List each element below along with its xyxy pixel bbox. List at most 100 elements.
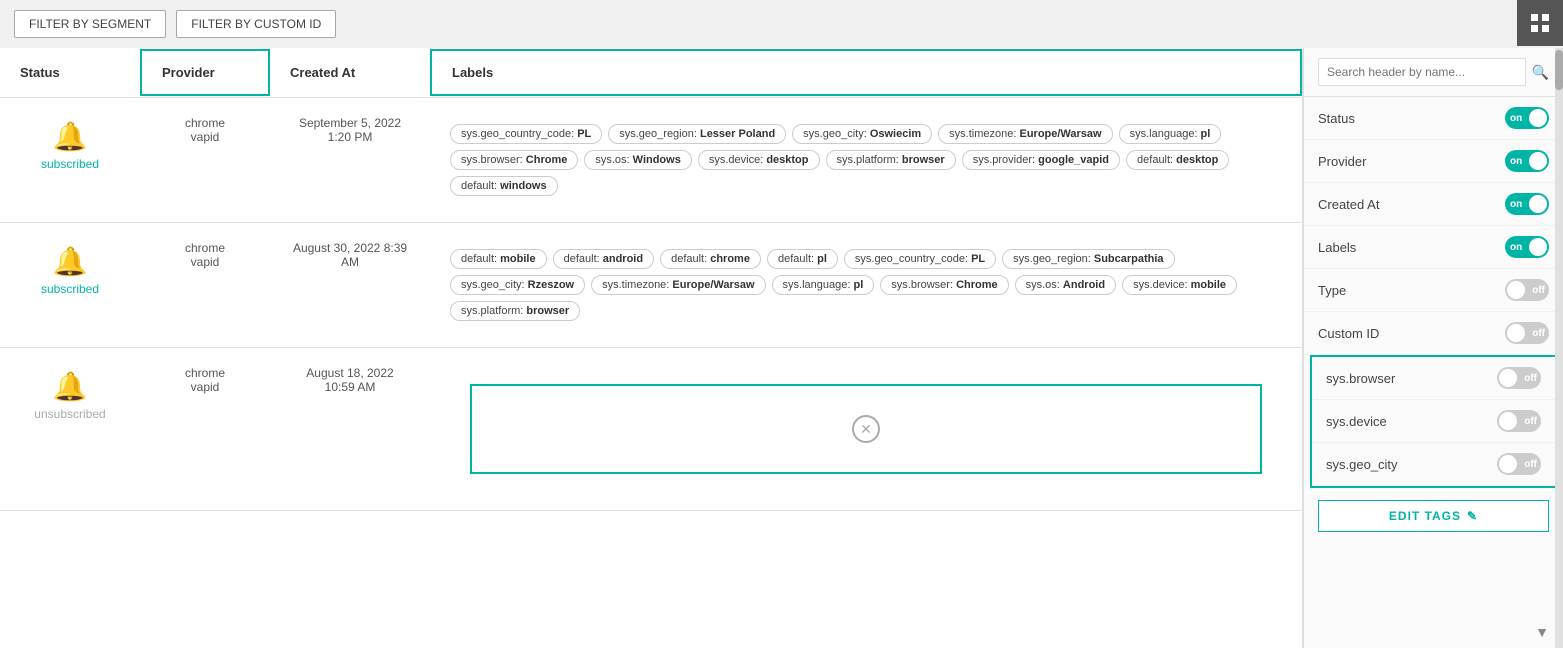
tag: sys.geo_country_code: PL	[844, 249, 996, 269]
provider-line1-2: chrome	[185, 241, 225, 255]
chevron-down-icon[interactable]: ▼	[1535, 624, 1549, 640]
toggle-label-sys-device: sys.device	[1326, 414, 1497, 429]
tag: default: android	[553, 249, 654, 269]
labels-cell-1: sys.geo_country_code: PL sys.geo_region:…	[430, 116, 1302, 204]
toggle-off-text: off	[1532, 328, 1545, 339]
status-text-3: unsubscribed	[34, 407, 105, 421]
provider-line1-3: chrome	[185, 366, 225, 380]
toggle-off-text: off	[1524, 416, 1537, 427]
tag: sys.geo_country_code: PL	[450, 124, 602, 144]
status-cell-3: 🔔 unsubscribed	[0, 366, 140, 421]
tag: sys.geo_city: Oswiecim	[792, 124, 932, 144]
toggle-label-labels: Labels	[1318, 240, 1505, 255]
close-icon: ✕	[852, 415, 880, 443]
tag: default: windows	[450, 176, 558, 196]
toggle-label-status: Status	[1318, 111, 1505, 126]
toggle-row-sys-geo-city: sys.geo_city off	[1312, 443, 1555, 486]
table-header: Status Provider Created At Labels	[0, 48, 1302, 98]
tag: default: mobile	[450, 249, 547, 269]
tag: sys.provider: google_vapid	[962, 150, 1120, 170]
toggle-row-type: Type off	[1304, 269, 1563, 312]
provider-cell-1: chrome vapid	[140, 116, 270, 144]
edit-icon: ✎	[1467, 509, 1478, 523]
provider-cell-3: chrome vapid	[140, 366, 270, 394]
toggle-row-sys-device: sys.device off	[1312, 400, 1555, 443]
tag: sys.geo_region: Lesser Poland	[608, 124, 786, 144]
th-status: Status	[0, 51, 140, 94]
tag: sys.timezone: Europe/Warsaw	[938, 124, 1112, 144]
toggle-row-provider: Provider on	[1304, 140, 1563, 183]
th-created-at: Created At	[270, 51, 430, 94]
edit-tags-button[interactable]: EDIT TAGS ✎	[1318, 500, 1549, 532]
bell-icon: 🔔	[53, 370, 88, 403]
top-bar: FILTER BY SEGMENT FILTER BY CUSTOM ID	[0, 0, 1563, 48]
provider-cell-2: chrome vapid	[140, 241, 270, 269]
toggle-sys-geo-city[interactable]: off	[1497, 453, 1541, 475]
toggle-type[interactable]: off	[1505, 279, 1549, 301]
grid-icon-button[interactable]	[1517, 0, 1563, 46]
tag: sys.platform: browser	[450, 301, 580, 321]
tag: sys.os: Android	[1015, 275, 1116, 295]
table-row: 🔔 subscribed chrome vapid August 30, 202…	[0, 223, 1302, 348]
tag: sys.device: mobile	[1122, 275, 1237, 295]
toggle-off-text: off	[1524, 459, 1537, 470]
provider-line2-3: vapid	[191, 380, 220, 394]
highlighted-toggles-section: sys.browser off sys.device off sys.geo_c…	[1310, 355, 1557, 488]
tag: sys.language: pl	[1119, 124, 1222, 144]
toggle-labels[interactable]: on	[1505, 236, 1549, 258]
tag: sys.platform: browser	[826, 150, 956, 170]
toggle-knob	[1507, 281, 1525, 299]
toggle-knob	[1507, 324, 1525, 342]
toggle-row-labels: Labels on	[1304, 226, 1563, 269]
toggle-sys-device[interactable]: off	[1497, 410, 1541, 432]
provider-line2-1: vapid	[191, 130, 220, 144]
status-text-2: subscribed	[41, 282, 99, 296]
toggle-knob	[1529, 195, 1547, 213]
table-row: 🔔 subscribed chrome vapid September 5, 2…	[0, 98, 1302, 223]
tag: sys.os: Windows	[584, 150, 691, 170]
status-cell-2: 🔔 subscribed	[0, 241, 140, 296]
search-input[interactable]	[1318, 58, 1526, 86]
toggle-knob	[1529, 152, 1547, 170]
toggle-label-type: Type	[1318, 283, 1505, 298]
toggle-knob	[1499, 412, 1517, 430]
toggle-label-provider: Provider	[1318, 154, 1505, 169]
edit-tags-label: EDIT TAGS	[1389, 509, 1461, 523]
tag: sys.geo_region: Subcarpathia	[1002, 249, 1174, 269]
status-cell-1: 🔔 subscribed	[0, 116, 140, 171]
toggle-knob	[1499, 369, 1517, 387]
toggle-status[interactable]: on	[1505, 107, 1549, 129]
toggle-provider[interactable]: on	[1505, 150, 1549, 172]
table-row: 🔔 unsubscribed chrome vapid August 18, 2…	[0, 348, 1302, 511]
tag: default: pl	[767, 249, 838, 269]
created-cell-1: September 5, 2022 1:20 PM	[270, 116, 430, 144]
toggle-custom-id[interactable]: off	[1505, 322, 1549, 344]
tag: sys.browser: Chrome	[880, 275, 1008, 295]
search-box: 🔍	[1304, 48, 1563, 97]
toggle-knob	[1529, 109, 1547, 127]
tag: default: desktop	[1126, 150, 1229, 170]
created-cell-3: August 18, 2022 10:59 AM	[270, 366, 430, 394]
toggle-on-text: on	[1510, 156, 1522, 167]
tag: sys.browser: Chrome	[450, 150, 578, 170]
bell-icon: 🔔	[53, 120, 88, 153]
toggle-on-text: on	[1510, 199, 1522, 210]
toggle-created-at[interactable]: on	[1505, 193, 1549, 215]
filter-custom-id-button[interactable]: FILTER BY CUSTOM ID	[176, 10, 336, 38]
scrollbar-thumb[interactable]	[1555, 50, 1563, 90]
tag: sys.device: desktop	[698, 150, 820, 170]
toggle-label-custom-id: Custom ID	[1318, 326, 1505, 341]
toggle-row-created-at: Created At on	[1304, 183, 1563, 226]
th-provider: Provider	[140, 49, 270, 96]
toggle-off-text: off	[1532, 285, 1545, 296]
bell-icon: 🔔	[53, 245, 88, 278]
toggle-on-text: on	[1510, 113, 1522, 124]
toggle-row-status: Status on	[1304, 97, 1563, 140]
created-cell-2: August 30, 2022 8:39 AM	[270, 241, 430, 269]
toggle-sys-browser[interactable]: off	[1497, 367, 1541, 389]
th-labels: Labels	[430, 49, 1302, 96]
filter-segment-button[interactable]: FILTER BY SEGMENT	[14, 10, 166, 38]
main-area: Status Provider Created At Labels 🔔 subs…	[0, 48, 1563, 648]
provider-line2-2: vapid	[191, 255, 220, 269]
scrollbar-track[interactable]	[1555, 48, 1563, 648]
